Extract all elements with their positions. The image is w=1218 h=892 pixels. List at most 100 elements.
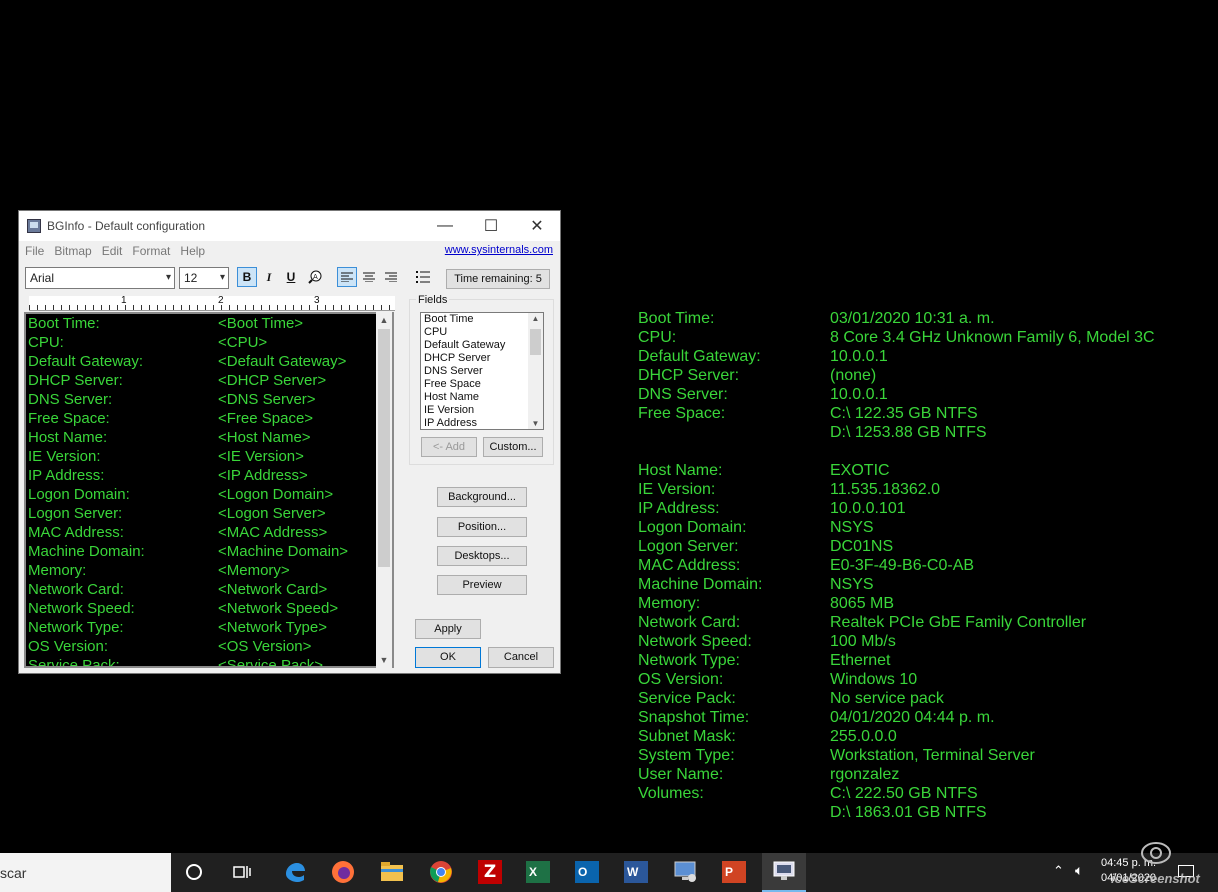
editor-label: IP Address: (28, 467, 105, 484)
field-list-item[interactable]: CPU (421, 326, 543, 339)
background-button[interactable]: Background... (437, 487, 527, 507)
desktop-info-label: Network Speed: (638, 633, 752, 650)
bold-button[interactable]: B (237, 267, 257, 287)
desktop-info-value: NSYS (830, 519, 874, 536)
editor-row: Default Gateway: <Default Gateway> (26, 352, 392, 371)
desktop-info-label: CPU: (638, 329, 677, 346)
field-list-item[interactable]: Boot Time (421, 313, 543, 326)
desktop-info-row: Subnet Mask: 255.0.0.0 (638, 727, 1155, 746)
scroll-up-icon[interactable]: ▲ (376, 312, 392, 328)
sysinternals-link[interactable]: www.sysinternals.com (445, 244, 553, 256)
field-list-item[interactable]: Free Space (421, 378, 543, 391)
template-editor[interactable]: Boot Time: <Boot Time> CPU: <CPU> Default Ga… (24, 312, 394, 668)
editor-field-tag: <IP Address> (218, 467, 308, 484)
desktop-info-row: Default Gateway: 10.0.0.1 (638, 347, 1155, 366)
edge-icon[interactable] (283, 860, 307, 884)
search-box[interactable]: scar (0, 853, 171, 892)
bullets-button[interactable] (413, 267, 433, 287)
scroll-down-icon[interactable]: ▼ (376, 652, 392, 668)
field-list-item[interactable]: IP Address (421, 417, 543, 429)
watermark-logo-icon (1141, 842, 1171, 864)
window-title: BGInfo - Default configuration (47, 219, 206, 233)
desktop-info-value: (none) (830, 367, 877, 384)
close-button[interactable]: ✕ (514, 211, 560, 241)
desktop-info-row: Snapshot Time: 04/01/2020 04:44 p. m. (638, 708, 1155, 727)
add-field-button[interactable]: <- Add (421, 437, 477, 457)
remote-desktop-icon[interactable] (673, 860, 699, 884)
taskbar: scar Z X O W P ⌃ 🔈︎ 04:45 p. m. 04/01/20… (0, 842, 1218, 892)
word-icon[interactable]: W (624, 861, 648, 883)
apply-button[interactable]: Apply (415, 619, 481, 639)
ok-button[interactable]: OK (415, 647, 481, 668)
align-right-icon (385, 272, 397, 282)
editor-scrollbar[interactable]: ▲ ▼ (376, 312, 392, 668)
desktop-info-label: IE Version: (638, 481, 716, 498)
desktop-info-row: OS Version: Windows 10 (638, 670, 1155, 689)
volume-icon[interactable]: 🔈︎ (1075, 862, 1083, 879)
font-color-button[interactable]: A (305, 267, 325, 287)
custom-field-button[interactable]: Custom... (483, 437, 543, 457)
field-list-item[interactable]: Host Name (421, 391, 543, 404)
field-list-item[interactable]: IE Version (421, 404, 543, 417)
font-value: Arial (30, 271, 55, 285)
size-select[interactable]: 12 ▾ (179, 267, 229, 289)
editor-field-tag: <OS Version> (218, 638, 312, 655)
menu-bitmap[interactable]: Bitmap (54, 244, 91, 258)
align-left-button[interactable] (337, 267, 357, 287)
menu-format[interactable]: Format (132, 244, 170, 258)
editor-field-tag: <Boot Time> (218, 315, 304, 332)
scroll-down-icon[interactable]: ▼ (528, 419, 543, 428)
editor-label: Boot Time: (28, 315, 100, 332)
time-remaining-button[interactable]: Time remaining: 5 (446, 269, 550, 289)
editor-row: Free Space: <Free Space> (26, 409, 392, 428)
powerpoint-icon[interactable]: P (722, 861, 746, 883)
align-center-button[interactable] (359, 267, 379, 287)
italic-button[interactable]: I (259, 267, 279, 287)
outlook-icon[interactable]: O (575, 861, 599, 883)
editor-field-tag: <DHCP Server> (218, 372, 327, 389)
maximize-button[interactable]: ☐ (468, 211, 514, 241)
underline-button[interactable]: U (281, 267, 301, 287)
scrollbar-thumb[interactable] (530, 329, 541, 355)
field-list-item[interactable]: Default Gateway (421, 339, 543, 352)
field-list-item[interactable]: DHCP Server (421, 352, 543, 365)
editor-field-tag: <Logon Server> (218, 505, 326, 522)
title-bar[interactable]: BGInfo - Default configuration — ☐ ✕ (19, 211, 560, 241)
menu-edit[interactable]: Edit (102, 244, 123, 258)
cancel-button[interactable]: Cancel (488, 647, 554, 668)
chrome-icon[interactable] (429, 860, 453, 884)
format-toolbar: Arial ▾ 12 ▾ B I U A Time remaining: 5 (19, 263, 560, 293)
menu-help[interactable]: Help (180, 244, 205, 258)
desktops-button[interactable]: Desktops... (437, 546, 527, 566)
editor-label: Service Pack: (28, 657, 120, 668)
file-explorer-icon[interactable] (380, 861, 404, 883)
editor-row: CPU: <CPU> (26, 333, 392, 352)
fields-scrollbar[interactable]: ▲ ▼ (528, 313, 543, 429)
editor-row: Boot Time: <Boot Time> (26, 314, 392, 333)
align-right-button[interactable] (381, 267, 401, 287)
field-list-item[interactable]: DNS Server (421, 365, 543, 378)
fields-listbox[interactable]: Boot Time CPU Default Gateway DHCP Server DN… (420, 312, 544, 430)
scrollbar-thumb[interactable] (378, 329, 390, 567)
preview-button[interactable]: Preview (437, 575, 527, 595)
firefox-icon[interactable] (331, 860, 355, 884)
desktop-info-value: Realtek PCIe GbE Family Controller (830, 614, 1087, 631)
cortana-icon[interactable] (186, 864, 202, 880)
excel-icon[interactable]: X (526, 861, 550, 883)
desktop-info-value: E0-3F-49-B6-C0-AB (830, 557, 975, 574)
chevron-up-icon[interactable]: ⌃ (1053, 863, 1064, 879)
filezilla-icon[interactable]: Z (478, 860, 502, 884)
bginfo-taskbar-button[interactable] (762, 853, 806, 892)
font-select[interactable]: Arial ▾ (25, 267, 175, 289)
editor-field-tag: <MAC Address> (218, 524, 328, 541)
task-view-icon[interactable] (233, 864, 251, 880)
editor-label: MAC Address: (28, 524, 124, 541)
minimize-button[interactable]: — (422, 211, 468, 241)
position-button[interactable]: Position... (437, 517, 527, 537)
desktop-info-value: No service pack (830, 690, 944, 707)
menu-file[interactable]: File (25, 244, 44, 258)
editor-label: Network Speed: (28, 600, 135, 617)
desktop-info-label: OS Version: (638, 671, 724, 688)
editor-label: DNS Server: (28, 391, 113, 408)
scroll-up-icon[interactable]: ▲ (528, 314, 543, 323)
